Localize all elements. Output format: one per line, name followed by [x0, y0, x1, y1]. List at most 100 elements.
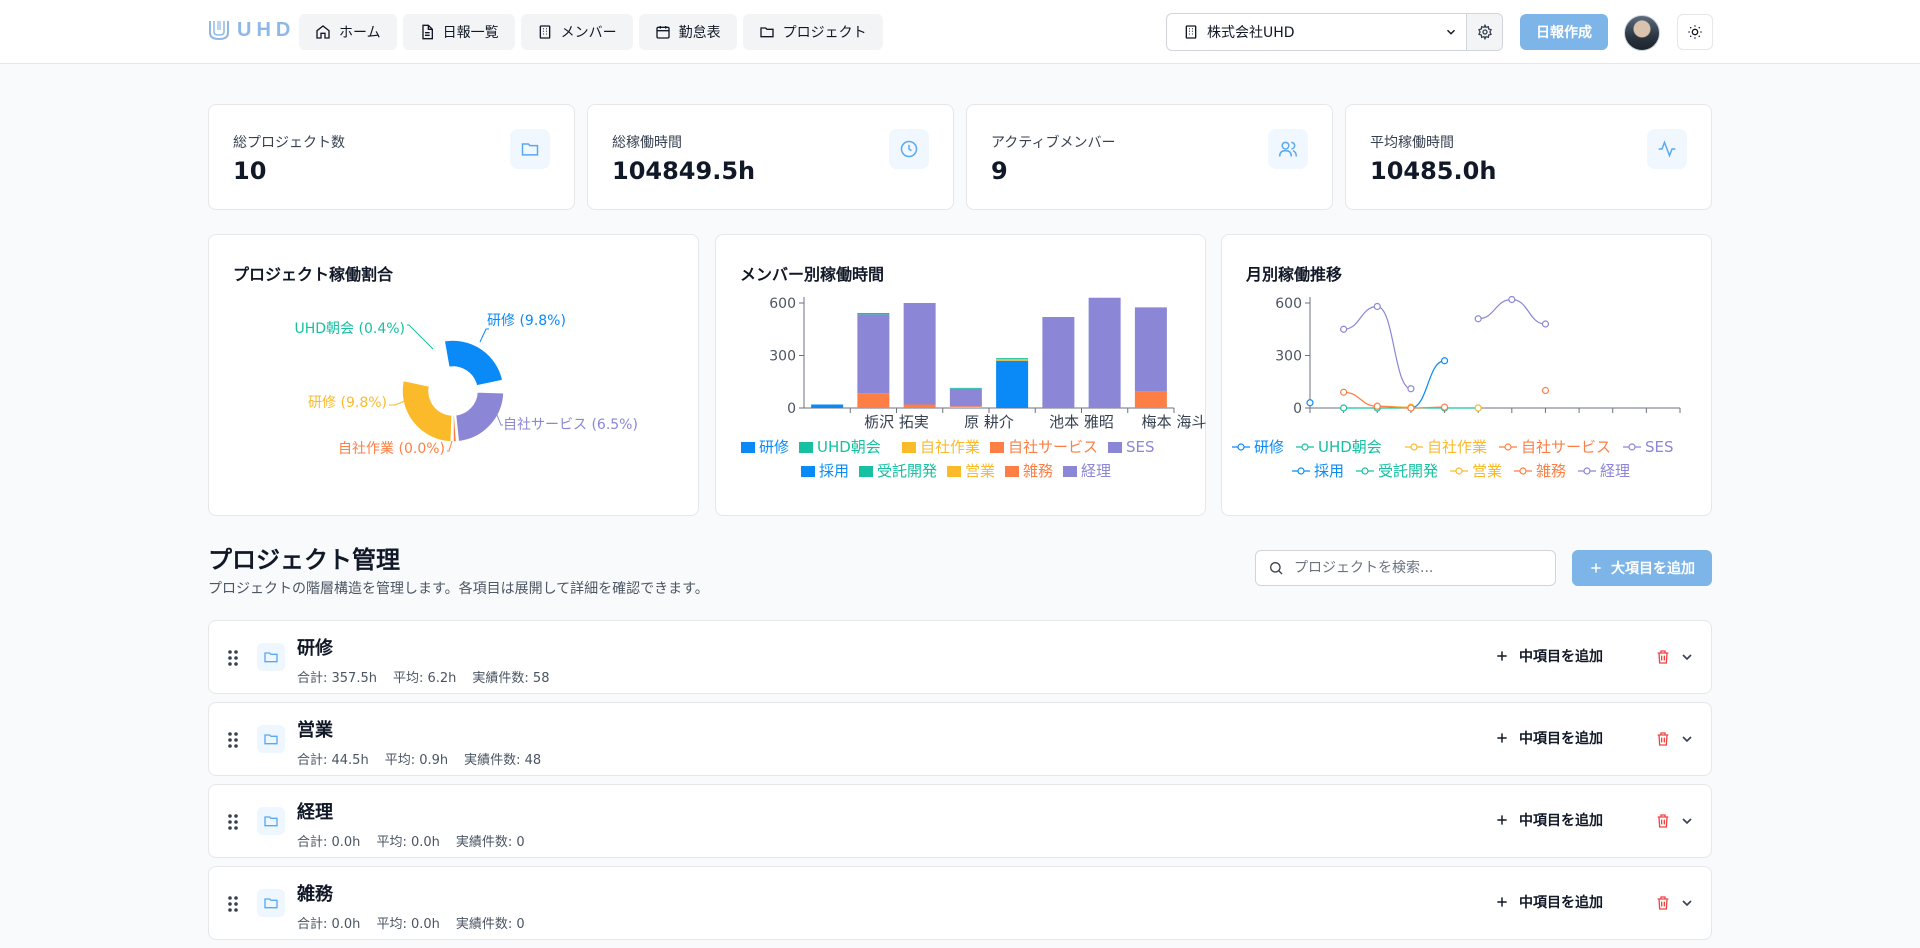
- legend-marker: [1628, 443, 1636, 451]
- project-stats: 合計: 0.0h 平均: 0.0h 実績件数: 0: [297, 913, 525, 932]
- data-point: [1340, 404, 1348, 412]
- drag-handle-icon[interactable]: [225, 731, 241, 749]
- data-point: [1340, 388, 1348, 396]
- drag-handle-icon[interactable]: [225, 895, 241, 913]
- legend-marker: [1583, 467, 1591, 475]
- folder-icon: [257, 807, 285, 835]
- trash-icon[interactable]: [1655, 895, 1671, 911]
- project-average: 平均: 0.0h: [376, 917, 440, 932]
- bar-segment: [996, 359, 1029, 361]
- pie-label: 自社作業 (0.0%): [338, 441, 445, 457]
- bar-segment: [949, 387, 982, 389]
- folder-icon: [257, 889, 285, 917]
- chevron-down-icon[interactable]: [1436, 25, 1466, 39]
- data-point: [1474, 404, 1482, 412]
- search-input[interactable]: [1294, 560, 1534, 576]
- y-tick-label: 0: [1293, 401, 1302, 417]
- y-tick-label: 600: [1275, 296, 1302, 312]
- project-row[interactable]: 経理 合計: 0.0h 平均: 0.0h 実績件数: 0 中項目を追加: [208, 784, 1712, 858]
- bar-segment: [949, 406, 982, 408]
- project-stats: 合計: 357.5h 平均: 6.2h 実績件数: 58: [297, 667, 549, 686]
- data-point: [1373, 402, 1381, 410]
- legend-swatch: [799, 442, 813, 453]
- stat-card-total-hours: 総稼働時間 104849.5h: [587, 104, 954, 210]
- data-point: [1541, 386, 1550, 395]
- stat-value: 10: [233, 157, 267, 185]
- top-header: UHD ホーム 日報一覧 メンバー 勤怠表 プロジェクト 株式会社UHD 日報作…: [0, 0, 1920, 64]
- calendar-icon: [655, 26, 670, 39]
- add-mid-button[interactable]: 中項目を追加: [1495, 892, 1603, 912]
- nav-projects[interactable]: プロジェクト: [742, 14, 883, 50]
- stat-label: 総稼働時間: [612, 135, 682, 151]
- nav-projects-label: プロジェクト: [782, 25, 867, 41]
- nav-attendance[interactable]: 勤怠表: [638, 14, 737, 50]
- company-select[interactable]: 株式会社UHD: [1166, 13, 1503, 51]
- add-mid-label: 中項目を追加: [1519, 813, 1603, 829]
- legend-swatch: [1108, 442, 1122, 453]
- legend-marker: [1410, 443, 1418, 451]
- project-search[interactable]: [1255, 550, 1556, 586]
- project-stats: 合計: 0.0h 平均: 0.0h 実績件数: 0: [297, 831, 525, 850]
- drag-handle-icon[interactable]: [225, 649, 241, 667]
- home-icon: [316, 25, 330, 39]
- trash-icon[interactable]: [1655, 649, 1671, 665]
- pie-chart-card: プロジェクト稼働割合 研修 (9.8%) UHD朝会 (0.4%) 研修 (9.8%…: [208, 234, 699, 516]
- stat-card-projects: 総プロジェクト数 10: [208, 104, 575, 210]
- legend-label: UHD朝会: [1318, 438, 1382, 456]
- stat-value: 9: [991, 157, 1008, 185]
- chevron-down-icon[interactable]: [1679, 895, 1695, 911]
- legend-label: 自社サービス: [1521, 438, 1611, 456]
- bar-segment: [1042, 317, 1075, 408]
- trash-icon[interactable]: [1655, 813, 1671, 829]
- logo[interactable]: UHD: [207, 18, 295, 42]
- nav-reports-label: 日報一覧: [442, 25, 499, 41]
- legend-swatch: [801, 466, 815, 477]
- bar-segment: [811, 404, 844, 408]
- chevron-down-icon[interactable]: [1679, 813, 1695, 829]
- pie-label-line: [407, 324, 434, 350]
- folder-icon: [759, 27, 774, 38]
- x-tick-label: 池本 雅昭: [1049, 413, 1114, 431]
- add-mid-button[interactable]: 中項目を追加: [1495, 810, 1603, 830]
- add-mid-button[interactable]: 中項目を追加: [1495, 728, 1603, 748]
- add-mid-button[interactable]: 中項目を追加: [1495, 646, 1603, 666]
- create-report-button[interactable]: 日報作成: [1520, 14, 1608, 50]
- legend-label: 採用: [819, 462, 849, 480]
- gear-icon: [1477, 24, 1492, 40]
- data-point: [1407, 385, 1415, 393]
- chevron-down-icon[interactable]: [1679, 731, 1695, 747]
- project-total: 合計: 0.0h: [297, 835, 361, 850]
- company-name: 株式会社UHD: [1207, 25, 1295, 41]
- nav-home-label: ホーム: [339, 25, 381, 41]
- file-icon: [421, 24, 433, 40]
- trash-icon[interactable]: [1655, 731, 1671, 747]
- project-name: 研修: [297, 638, 333, 659]
- stat-value: 10485.0h: [1370, 157, 1497, 185]
- nav-reports[interactable]: 日報一覧: [402, 14, 515, 50]
- drag-handle-icon[interactable]: [225, 813, 241, 831]
- chevron-down-icon[interactable]: [1679, 649, 1695, 665]
- project-row[interactable]: 研修 合計: 357.5h 平均: 6.2h 実績件数: 58 中項目を追加: [208, 620, 1712, 694]
- legend-label: UHD朝会: [817, 438, 881, 456]
- pie-label: 自社サービス (6.5%): [503, 417, 638, 433]
- nav-home[interactable]: ホーム: [299, 14, 397, 50]
- project-row[interactable]: 雑務 合計: 0.0h 平均: 0.0h 実績件数: 0 中項目を追加: [208, 866, 1712, 940]
- stat-card-average-hours: 平均稼働時間 10485.0h: [1345, 104, 1712, 210]
- project-list: 研修 合計: 357.5h 平均: 6.2h 実績件数: 58 中項目を追加 営…: [208, 620, 1712, 948]
- legend-label: 雑務: [1536, 462, 1566, 480]
- legend-swatch: [859, 466, 873, 477]
- bar-segment: [903, 404, 936, 408]
- theme-toggle-button[interactable]: [1677, 14, 1713, 50]
- avatar[interactable]: [1624, 15, 1660, 51]
- data-point: [1440, 357, 1449, 365]
- nav-members[interactable]: メンバー: [520, 14, 633, 50]
- section-title: プロジェクト管理: [208, 546, 400, 574]
- folder-icon: [510, 129, 550, 169]
- data-point: [1373, 302, 1381, 311]
- data-point: [1407, 404, 1415, 412]
- pie-label-line: [479, 328, 489, 343]
- pie-label: UHD朝会 (0.4%): [295, 321, 406, 337]
- company-settings-button[interactable]: [1466, 14, 1502, 50]
- project-row[interactable]: 営業 合計: 44.5h 平均: 0.9h 実績件数: 48 中項目を追加: [208, 702, 1712, 776]
- add-major-button[interactable]: 大項目を追加: [1572, 550, 1712, 586]
